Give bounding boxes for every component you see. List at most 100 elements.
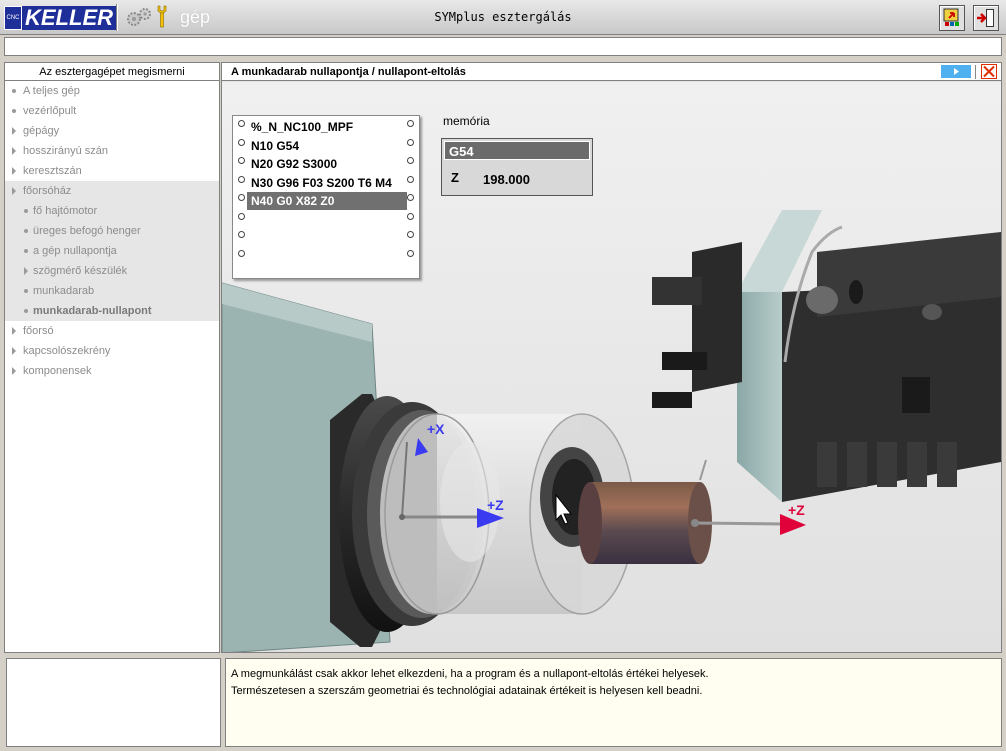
panel-header: A munkadarab nullapontja / nullapont-elt…	[222, 63, 1001, 81]
toolbar: CNC KELLER gép SYMplus esztergálás	[0, 0, 1006, 35]
punch-hole	[238, 120, 245, 127]
sidebar-item-label: A teljes gép	[23, 85, 80, 97]
sidebar-item-label: kapcsolószekrény	[23, 345, 111, 357]
sidebar-item[interactable]: üreges befogó henger	[5, 221, 219, 241]
memory-box: G54 Z 198.000	[441, 138, 593, 196]
bullet-icon	[12, 89, 16, 93]
sidebar-item[interactable]: gépágy	[5, 121, 219, 141]
sidebar-item[interactable]: fő hajtómotor	[5, 201, 219, 221]
punch-hole	[407, 157, 414, 164]
punch-hole	[238, 249, 245, 257]
sidebar-header: Az esztergagépet megismerni	[5, 63, 219, 81]
logo-text: KELLER	[22, 5, 116, 30]
bullet-icon	[24, 309, 28, 313]
sidebar-item-label: a gép nullapontja	[33, 245, 117, 257]
play-icon	[954, 68, 959, 75]
program-line: N10 G54	[251, 138, 300, 153]
wrench-icon[interactable]	[155, 5, 169, 29]
expand-triangle-icon	[12, 187, 16, 195]
punch-hole	[407, 249, 414, 257]
expand-triangle-icon	[12, 167, 16, 175]
expand-triangle-icon	[12, 367, 16, 375]
description-panel: A megmunkálást csak akkor lehet elkezden…	[225, 658, 1002, 747]
bullet-icon	[12, 109, 16, 113]
close-icon	[983, 65, 995, 78]
bullet-icon	[24, 289, 28, 293]
sidebar-item-label: főorsó	[23, 325, 54, 337]
punch-hole	[407, 231, 414, 238]
program-card: %_N_NC100_MPF N10 G54 N20 G92 S3000 N30 G96…	[232, 115, 420, 279]
sidebar-item[interactable]: főorsó	[5, 321, 219, 341]
sidebar-item-label: szögmérő készülék	[33, 265, 128, 277]
play-button[interactable]	[941, 65, 971, 78]
punch-hole	[238, 157, 245, 164]
sidebar-item[interactable]: munkadarab	[5, 281, 219, 301]
sidebar-item-label: hosszirányú szán	[23, 145, 108, 157]
sidebar-item-label: főorsóház	[23, 185, 72, 197]
sidebar-item-label: üreges befogó henger	[33, 225, 141, 237]
panel-title: A munkadarab nullapontja / nullapont-elt…	[231, 66, 466, 78]
punch-hole	[407, 212, 414, 220]
sidebar-item-label: fő hajtómotor	[33, 205, 98, 217]
sidebar-item-label: munkadarab-nullapont	[33, 305, 152, 317]
axis-label-x: +X	[427, 421, 445, 437]
exit-icon	[977, 9, 994, 27]
punch-hole	[238, 138, 245, 146]
sidebar-item[interactable]: A teljes gép	[5, 81, 219, 101]
bottom-left-panel	[6, 658, 221, 747]
machine-scene: +X +Z +Z %_N_NC100_MPF N10 G54 N20 G92 S30…	[222, 82, 1001, 652]
memory-label: memória	[443, 114, 490, 128]
sidebar-nav: Az esztergagépet megismerni A teljes gép…	[4, 62, 220, 653]
logo-cnc-badge: CNC	[4, 5, 22, 30]
sidebar-item[interactable]: komponensek	[5, 361, 219, 381]
sidebar-item[interactable]: vezérlőpult	[5, 101, 219, 121]
bullet-icon	[24, 209, 28, 213]
sidebar-item-label: keresztszán	[23, 165, 82, 177]
axis-label-z-left: +Z	[487, 497, 504, 513]
punch-hole	[407, 175, 414, 183]
sidebar-item[interactable]: a gép nullapontja	[5, 241, 219, 261]
gears-icon[interactable]	[125, 6, 153, 28]
sidebar-item[interactable]: hosszirányú szán	[5, 141, 219, 161]
sidebar-item[interactable]: keresztszán	[5, 161, 219, 181]
main-panel: A munkadarab nullapontja / nullapont-elt…	[221, 62, 1002, 653]
sidebar-item-label: vezérlőpult	[23, 105, 77, 117]
exit-button[interactable]	[973, 5, 999, 31]
punch-hole	[407, 194, 414, 201]
expand-triangle-icon	[24, 267, 28, 275]
mode-label[interactable]: gép	[180, 7, 210, 28]
bullet-icon	[24, 249, 28, 253]
keller-logo: CNC KELLER	[4, 5, 116, 30]
status-line	[4, 37, 1002, 56]
expand-triangle-icon	[12, 347, 16, 355]
help-button[interactable]	[939, 5, 965, 31]
punch-hole	[238, 194, 245, 201]
sidebar-item[interactable]: szögmérő készülék	[5, 261, 219, 281]
memory-axis: Z	[451, 170, 459, 185]
description-line-2: Természetesen a szerszám geometriai és t…	[231, 685, 703, 697]
help-icon	[943, 8, 959, 26]
memory-offset: G54	[444, 141, 590, 160]
expand-triangle-icon	[12, 327, 16, 335]
program-line: N20 G92 S3000	[251, 157, 338, 171]
punch-hole	[238, 212, 245, 220]
program-line: N40 G0 X82 Z0	[247, 192, 407, 210]
program-line: N30 G96 F03 S200 T6 M4	[251, 175, 392, 190]
sidebar-item[interactable]: munkadarab-nullapont	[5, 301, 219, 321]
punch-hole	[407, 138, 414, 146]
header-separator	[975, 65, 976, 79]
expand-triangle-icon	[12, 147, 16, 155]
sidebar-item[interactable]: kapcsolószekrény	[5, 341, 219, 361]
sidebar-list: A teljes gép vezérlőpult gépágy hosszirányú…	[5, 81, 219, 381]
punch-hole	[238, 175, 245, 183]
description-line-1: A megmunkálást csak akkor lehet elkezden…	[231, 668, 709, 680]
punch-hole	[407, 120, 414, 127]
memory-value: 198.000	[483, 172, 530, 187]
sidebar-item[interactable]: főorsóház	[5, 181, 219, 201]
expand-triangle-icon	[12, 127, 16, 135]
close-button[interactable]	[981, 64, 997, 79]
logo-cnc-text: CNC	[6, 14, 20, 21]
axis-label-z-right: +Z	[788, 502, 805, 518]
sidebar-item-label: komponensek	[23, 365, 92, 377]
program-line: %_N_NC100_MPF	[251, 120, 354, 134]
